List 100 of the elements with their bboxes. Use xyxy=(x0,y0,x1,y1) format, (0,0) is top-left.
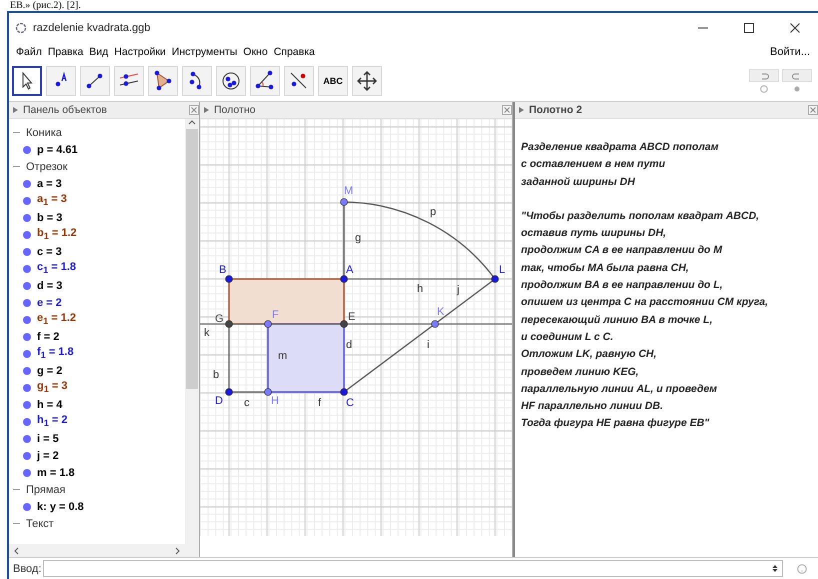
object-value[interactable]: b$_{1}$ = 1.2 xyxy=(37,227,77,242)
maximize-icon[interactable] xyxy=(743,22,755,34)
tool-button[interactable]: ABC xyxy=(318,66,348,96)
point[interactable] xyxy=(431,320,439,328)
expand-icon[interactable] xyxy=(13,107,18,113)
visibility-dot[interactable] xyxy=(23,468,31,476)
object-label: h xyxy=(417,283,424,295)
visibility-dot[interactable] xyxy=(23,434,31,442)
object-label: m xyxy=(278,350,288,362)
undo-button[interactable] xyxy=(749,69,779,82)
object-value[interactable]: h = 4 xyxy=(37,398,62,410)
expand-icon[interactable] xyxy=(519,107,524,113)
object-value[interactable]: m = 1.8 xyxy=(37,466,75,478)
text-line: HF параллельно линии DB. xyxy=(521,399,664,414)
visibility-dot[interactable] xyxy=(23,180,31,188)
object-value[interactable]: b = 3 xyxy=(37,212,62,224)
input-label: Ввод: xyxy=(13,562,42,574)
object-value[interactable]: c$_{1}$ = 1.8 xyxy=(37,261,76,276)
object-value[interactable]: p = 4.61 xyxy=(37,144,78,156)
object-value[interactable]: d = 3 xyxy=(37,280,62,292)
visibility-dot[interactable] xyxy=(23,418,31,426)
point[interactable] xyxy=(225,275,233,283)
redo-icon xyxy=(792,72,802,80)
help-icon[interactable] xyxy=(760,85,768,93)
point[interactable] xyxy=(491,275,499,283)
visibility-dot[interactable] xyxy=(23,282,31,290)
tool-button[interactable] xyxy=(12,66,42,96)
visibility-dot[interactable] xyxy=(23,248,31,256)
object-value[interactable]: e = 2 xyxy=(37,296,62,308)
object-value[interactable]: c = 3 xyxy=(37,246,62,258)
visibility-dot[interactable] xyxy=(23,384,31,392)
help-icon[interactable] xyxy=(797,564,808,574)
menu-item[interactable]: Файл xyxy=(13,46,45,58)
point[interactable] xyxy=(340,275,348,283)
object-label: c xyxy=(244,397,250,409)
point[interactable] xyxy=(225,320,233,328)
visibility-dot[interactable] xyxy=(23,214,31,222)
move-icon xyxy=(356,70,378,92)
angle-icon xyxy=(254,70,276,92)
category-label: Текст xyxy=(26,518,54,530)
object-label: j xyxy=(457,284,460,296)
object-value[interactable]: a$_{1}$ = 3 xyxy=(37,193,67,208)
visibility-dot[interactable] xyxy=(23,350,31,358)
object-value[interactable]: f$_{1}$ = 1.8 xyxy=(37,346,74,361)
visibility-dot[interactable] xyxy=(23,502,31,510)
collapse-icon[interactable] xyxy=(13,163,20,170)
visibility-dot[interactable] xyxy=(23,264,31,272)
collapse-icon[interactable] xyxy=(13,486,20,493)
visibility-dot[interactable] xyxy=(23,196,31,204)
point[interactable] xyxy=(264,320,272,328)
category-label: Отрезок xyxy=(26,160,68,172)
menu-item[interactable]: Вид xyxy=(86,46,112,58)
object-value[interactable]: a = 3 xyxy=(37,178,62,190)
dropdown-icon[interactable] xyxy=(772,564,778,573)
point[interactable] xyxy=(225,388,233,396)
input-field[interactable] xyxy=(43,560,784,577)
visibility-dot[interactable] xyxy=(23,316,31,324)
collapse-icon[interactable] xyxy=(13,129,20,136)
panel-title: Панель объектов xyxy=(23,104,108,116)
object-value[interactable]: i = 5 xyxy=(37,432,59,444)
login-link[interactable]: Войти... xyxy=(770,46,818,58)
menu-item[interactable]: Настройки xyxy=(111,46,169,58)
object-value[interactable]: g$_{1}$ = 3 xyxy=(37,380,68,395)
scroll-left-icon[interactable] xyxy=(13,546,19,554)
point[interactable] xyxy=(340,388,348,396)
visibility-dot[interactable] xyxy=(23,230,31,238)
object-value[interactable]: e$_{1}$ = 1.2 xyxy=(37,312,76,327)
object-value[interactable]: j = 2 xyxy=(37,450,59,462)
object-label: k xyxy=(204,327,210,339)
visibility-dot[interactable] xyxy=(23,400,31,408)
menu-item[interactable]: Инструменты xyxy=(168,46,240,58)
menu-item[interactable]: Окно xyxy=(240,46,271,58)
scroll-up-icon[interactable] xyxy=(188,119,196,125)
settings-icon[interactable] xyxy=(793,85,801,93)
visibility-dot[interactable] xyxy=(23,146,31,154)
visibility-dot[interactable] xyxy=(23,366,31,374)
menu-item[interactable]: Справка xyxy=(270,46,318,58)
expand-icon[interactable] xyxy=(204,107,209,113)
object-value[interactable]: f = 2 xyxy=(37,330,60,342)
redo-button[interactable] xyxy=(782,69,812,82)
visibility-dot[interactable] xyxy=(23,452,31,460)
object-label: i xyxy=(427,339,430,351)
point-label: M xyxy=(344,185,354,197)
point[interactable] xyxy=(264,388,272,396)
object-value[interactable]: h$_{1}$ = 2 xyxy=(37,414,68,429)
menu-item[interactable]: Правка xyxy=(44,46,86,58)
triangle-icon xyxy=(152,70,174,92)
point-label: D xyxy=(215,395,223,407)
object-value[interactable]: k: y = 0.8 xyxy=(37,500,84,512)
object-value[interactable]: g = 2 xyxy=(37,364,62,376)
visibility-dot[interactable] xyxy=(23,332,31,340)
collapse-icon[interactable] xyxy=(13,520,20,527)
scrollbar-thumb[interactable] xyxy=(186,129,198,389)
point-label: C xyxy=(346,397,354,409)
category-label: Коника xyxy=(26,126,62,138)
visibility-dot[interactable] xyxy=(23,298,31,306)
point[interactable] xyxy=(340,198,348,206)
close-icon[interactable] xyxy=(789,22,801,34)
point[interactable] xyxy=(340,320,348,328)
scroll-right-icon[interactable] xyxy=(175,546,181,554)
